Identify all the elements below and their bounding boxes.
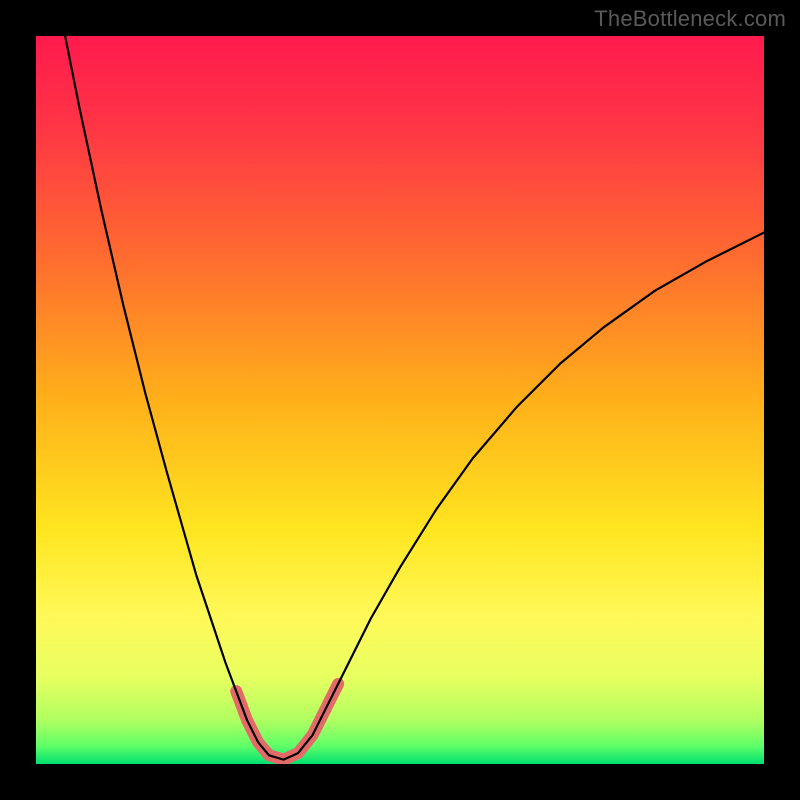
chart-svg (36, 36, 764, 764)
plot-area (36, 36, 764, 764)
gradient-background (36, 36, 764, 764)
watermark-text: TheBottleneck.com (594, 6, 786, 32)
chart-frame: TheBottleneck.com (0, 0, 800, 800)
